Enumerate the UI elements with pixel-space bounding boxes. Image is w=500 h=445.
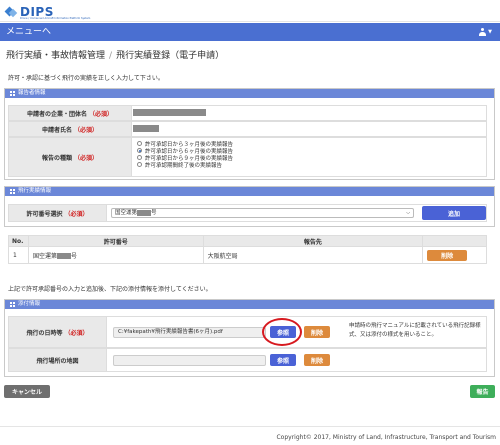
flight-panel-header: 飛行実績情報 <box>5 187 494 196</box>
row-action-cell: 削除 <box>422 246 487 264</box>
breadcrumb-current: 飛行実績登録（電子申請） <box>116 51 225 61</box>
attachment-notice: 上記で許可承認番号の入力と追加後、下記の添付情報を添付してください。 <box>8 286 212 293</box>
map-file-input[interactable] <box>113 355 266 366</box>
radio-button[interactable] <box>137 162 142 167</box>
breadcrumb-parent[interactable]: 飛行実績・事故情報管理 <box>6 51 105 61</box>
report-type-label: 報告の種類 （必須） <box>9 138 132 176</box>
delete-file-button[interactable]: 削除 <box>304 326 330 338</box>
page-title: 飛行実績・事故情報管理 / 飛行実績登録（電子申請） <box>6 48 224 61</box>
radio-option-end[interactable]: 許可承認期間終了後の実績報告 <box>137 161 233 169</box>
breadcrumb-separator: / <box>109 51 113 61</box>
permit-select[interactable]: 国空運第号 ⌵ <box>111 208 414 218</box>
reporter-panel-title: 報告者情報 <box>18 90 46 96</box>
row-no: 1 <box>8 246 29 264</box>
caret-down-icon: ▼ <box>488 29 492 35</box>
applicant-label: 申請者氏名 （必須） <box>9 122 132 136</box>
column-header-no: No. <box>8 235 29 247</box>
user-menu-button[interactable]: ▼ <box>479 26 492 38</box>
flight-log-file-input[interactable]: C:¥fakepath¥飛行実績報告書(6ヶ月).pdf <box>113 327 266 338</box>
dips-logo-icon <box>4 6 18 18</box>
cancel-button[interactable]: キャンセル <box>4 385 50 398</box>
report-type-row: 報告の種類 （必須） 許可承認日から３ヶ月後の実績報告 許可承認日から６ヶ月後の実… <box>8 137 487 177</box>
add-button[interactable]: 追加 <box>422 206 486 220</box>
grid-icon <box>10 189 15 194</box>
delete-row-button[interactable]: 削除 <box>427 250 468 261</box>
navbar: メニューへ ▼ <box>0 23 500 41</box>
redacted-number <box>57 253 71 259</box>
map-browse-button[interactable]: 参照 <box>270 354 296 366</box>
permit-label: 許可番号選択 （必須） <box>9 205 107 221</box>
company-label: 申請者の企業・団体名 （必須） <box>9 106 132 120</box>
grid-icon <box>10 302 15 307</box>
submit-report-button[interactable]: 報告 <box>470 385 495 398</box>
map-label: 飛行場所の地図 <box>9 349 107 371</box>
brand-tagline: Drone / Unmanned Aircraft Information Pl… <box>20 17 91 20</box>
flight-panel-title: 飛行実績情報 <box>18 188 52 194</box>
dips-logo[interactable]: DIPS Drone / Unmanned Aircraft Informati… <box>4 4 90 20</box>
map-delete-button[interactable]: 削除 <box>304 354 330 366</box>
permit-table: No. 許可番号 報告先 1 国空運第号 大阪航空局 削除 <box>8 235 487 264</box>
row-dest: 大阪航空局 <box>202 246 424 264</box>
company-value-redacted <box>133 109 206 116</box>
flight-log-label: 飛行の日時等 （必須） <box>9 317 107 347</box>
redacted-number <box>137 209 152 216</box>
column-header-permit: 許可番号 <box>27 235 204 247</box>
column-header-action <box>422 235 487 247</box>
table-header-row: No. 許可番号 報告先 <box>8 235 487 247</box>
radio-button-selected[interactable] <box>137 148 142 153</box>
column-header-dest: 報告先 <box>202 235 424 247</box>
attach-panel-title: 添付情報 <box>18 301 41 307</box>
radio-button[interactable] <box>137 141 142 146</box>
footer-divider <box>0 426 500 427</box>
row-permit: 国空運第号 <box>27 246 204 264</box>
attach-panel-header: 添付情報 <box>5 300 494 309</box>
brand-name: DIPS <box>20 4 54 19</box>
intro-text: 許可・承認に基づく飛行の実績を正しく入力して下さい。 <box>8 75 164 82</box>
flight-log-note: 申請時の飛行マニュアルに記載されている飛行記録様式、又は添付の様式を用いること。 <box>349 323 481 338</box>
reporter-panel-header: 報告者情報 <box>5 89 494 98</box>
applicant-row: 申請者氏名 （必須） <box>8 121 487 137</box>
app-header: DIPS Drone / Unmanned Aircraft Informati… <box>0 0 500 22</box>
copyright-text: Copyright© 2017, Ministry of Land, Infra… <box>276 434 496 441</box>
menu-link[interactable]: メニューへ <box>6 26 51 38</box>
company-row: 申請者の企業・団体名 （必須） <box>8 105 487 121</box>
chevron-down-icon: ⌵ <box>406 210 410 216</box>
browse-button-highlight <box>262 318 302 346</box>
user-icon <box>479 28 487 36</box>
grid-icon <box>10 91 15 96</box>
radio-button[interactable] <box>137 155 142 160</box>
applicant-value-redacted <box>133 125 159 132</box>
table-row: 1 国空運第号 大阪航空局 削除 <box>8 246 487 264</box>
report-type-options: 許可承認日から３ヶ月後の実績報告 許可承認日から６ヶ月後の実績報告 許可承認日か… <box>132 138 233 176</box>
